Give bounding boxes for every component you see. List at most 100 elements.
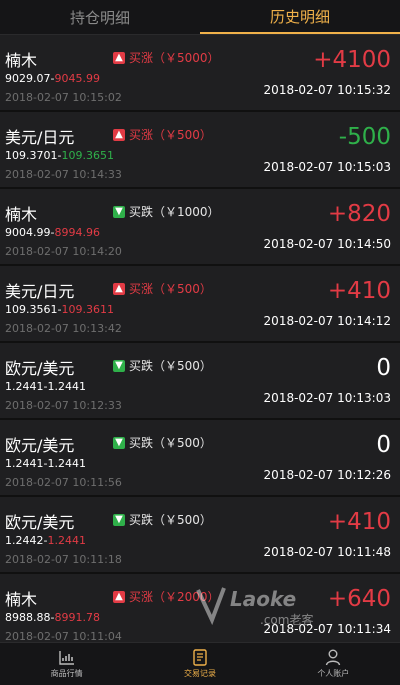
- price-range: 9004.99-8994.96: [5, 226, 100, 239]
- open-time: 2018-02-07 10:14:20: [5, 245, 122, 258]
- direction-label: 买跌（￥500）: [129, 359, 212, 373]
- history-row[interactable]: 欧元/美元 ▼ 买跌（￥500） 1.2442-1.2441 2018-02-0…: [0, 497, 400, 574]
- close-price: 1.2441: [47, 380, 86, 393]
- history-row[interactable]: 美元/日元 ▲ 买涨（￥500） 109.3701-109.3651 2018-…: [0, 112, 400, 189]
- profit-value: 0: [376, 432, 391, 458]
- close-time: 2018-02-07 10:14:12: [263, 314, 391, 328]
- direction-badge: ▲ 买涨（￥500）: [113, 280, 212, 297]
- profit-value: +410: [327, 509, 391, 535]
- close-price: 8991.78: [54, 611, 100, 624]
- chart-icon: [58, 650, 76, 666]
- direction-badge: ▼ 买跌（￥500）: [113, 357, 212, 374]
- arrow-up-icon: ▲: [113, 590, 125, 603]
- document-icon: [192, 649, 208, 666]
- direction-badge: ▲ 买涨（￥2000）: [113, 588, 220, 605]
- direction-badge: ▲ 买涨（￥5000）: [113, 49, 220, 66]
- close-price: 9045.99: [54, 72, 100, 85]
- history-row[interactable]: 欧元/美元 ▼ 买跌（￥500） 1.2441-1.2441 2018-02-0…: [0, 420, 400, 497]
- direction-label: 买涨（￥500）: [129, 282, 212, 296]
- open-time: 2018-02-07 10:12:33: [5, 399, 122, 412]
- direction-label: 买跌（￥1000）: [129, 205, 220, 219]
- arrow-down-icon: ▼: [113, 436, 125, 449]
- history-list[interactable]: 楠木 ▲ 买涨（￥5000） 9029.07-9045.99 2018-02-0…: [0, 35, 400, 643]
- nav-account-label: 个人账户: [317, 669, 350, 678]
- bottom-nav: 商品行情 交易记录 个人账户: [0, 642, 400, 685]
- price-range: 1.2441-1.2441: [5, 380, 86, 393]
- arrow-up-icon: ▲: [113, 282, 125, 295]
- close-time: 2018-02-07 10:14:50: [263, 237, 391, 251]
- open-price: 109.3561: [5, 303, 58, 316]
- nav-market-label: 商品行情: [50, 668, 83, 678]
- arrow-up-icon: ▲: [113, 128, 125, 141]
- direction-badge: ▼ 买跌（￥500）: [113, 434, 212, 451]
- direction-badge: ▼ 买跌（￥1000）: [113, 203, 220, 220]
- open-price: 1.2441: [5, 457, 44, 470]
- instrument-name: 欧元/美元: [5, 436, 75, 455]
- profit-value: +820: [327, 201, 391, 227]
- history-row[interactable]: 楠木 ▲ 买涨（￥2000） 8988.88-8991.78 2018-02-0…: [0, 574, 400, 643]
- instrument-name: 楠木: [5, 590, 38, 609]
- instrument-name: 楠木: [5, 51, 38, 70]
- open-price: 9029.07: [5, 72, 51, 85]
- close-time: 2018-02-07 10:15:03: [263, 160, 391, 174]
- nav-market[interactable]: 商品行情: [0, 643, 133, 685]
- direction-badge: ▲ 买涨（￥500）: [113, 126, 212, 143]
- close-price: 109.3611: [61, 303, 114, 316]
- open-price: 1.2442: [5, 534, 44, 547]
- open-time: 2018-02-07 10:13:42: [5, 322, 122, 335]
- profit-value: -500: [338, 124, 391, 150]
- price-range: 1.2441-1.2441: [5, 457, 86, 470]
- profit-value: +410: [327, 278, 391, 304]
- close-time: 2018-02-07 10:11:48: [263, 545, 391, 559]
- direction-label: 买跌（￥500）: [129, 436, 212, 450]
- tab-positions[interactable]: 持仓明细: [0, 0, 200, 34]
- direction-label: 买跌（￥500）: [129, 513, 212, 527]
- open-time: 2018-02-07 10:15:02: [5, 91, 122, 104]
- tab-history[interactable]: 历史明细: [200, 0, 400, 34]
- nav-records-label: 交易记录: [183, 669, 216, 678]
- history-row[interactable]: 楠木 ▲ 买涨（￥5000） 9029.07-9045.99 2018-02-0…: [0, 35, 400, 112]
- price-range: 109.3701-109.3651: [5, 149, 114, 162]
- close-price: 1.2441: [47, 534, 86, 547]
- profit-value: +640: [327, 586, 391, 612]
- instrument-name: 美元/日元: [5, 282, 75, 301]
- direction-badge: ▼ 买跌（￥500）: [113, 511, 212, 528]
- arrow-down-icon: ▼: [113, 205, 125, 218]
- direction-label: 买涨（￥500）: [129, 128, 212, 142]
- user-icon: [325, 649, 341, 666]
- history-row[interactable]: 欧元/美元 ▼ 买跌（￥500） 1.2441-1.2441 2018-02-0…: [0, 343, 400, 420]
- open-time: 2018-02-07 10:11:18: [5, 553, 122, 566]
- close-price: 8994.96: [54, 226, 100, 239]
- open-time: 2018-02-07 10:14:33: [5, 168, 122, 181]
- close-price: 109.3651: [61, 149, 114, 162]
- instrument-name: 欧元/美元: [5, 513, 75, 532]
- close-time: 2018-02-07 10:11:34: [263, 622, 391, 636]
- instrument-name: 楠木: [5, 205, 38, 224]
- price-range: 1.2442-1.2441: [5, 534, 86, 547]
- close-price: 1.2441: [47, 457, 86, 470]
- open-price: 8988.88: [5, 611, 51, 624]
- history-row[interactable]: 美元/日元 ▲ 买涨（￥500） 109.3561-109.3611 2018-…: [0, 266, 400, 343]
- history-row[interactable]: 楠木 ▼ 买跌（￥1000） 9004.99-8994.96 2018-02-0…: [0, 189, 400, 266]
- arrow-down-icon: ▼: [113, 513, 125, 526]
- instrument-name: 美元/日元: [5, 128, 75, 147]
- direction-label: 买涨（￥5000）: [129, 51, 220, 65]
- instrument-name: 欧元/美元: [5, 359, 75, 378]
- nav-records[interactable]: 交易记录: [133, 643, 266, 685]
- price-range: 9029.07-9045.99: [5, 72, 100, 85]
- open-price: 109.3701: [5, 149, 58, 162]
- open-time: 2018-02-07 10:11:56: [5, 476, 122, 489]
- arrow-up-icon: ▲: [113, 51, 125, 64]
- nav-account[interactable]: 个人账户: [267, 643, 400, 685]
- tab-bar: 持仓明细 历史明细: [0, 0, 400, 35]
- profit-value: 0: [376, 355, 391, 381]
- arrow-down-icon: ▼: [113, 359, 125, 372]
- open-price: 1.2441: [5, 380, 44, 393]
- open-price: 9004.99: [5, 226, 51, 239]
- price-range: 109.3561-109.3611: [5, 303, 114, 316]
- profit-value: +4100: [313, 47, 391, 73]
- close-time: 2018-02-07 10:12:26: [263, 468, 391, 482]
- close-time: 2018-02-07 10:13:03: [263, 391, 391, 405]
- price-range: 8988.88-8991.78: [5, 611, 100, 624]
- close-time: 2018-02-07 10:15:32: [263, 83, 391, 97]
